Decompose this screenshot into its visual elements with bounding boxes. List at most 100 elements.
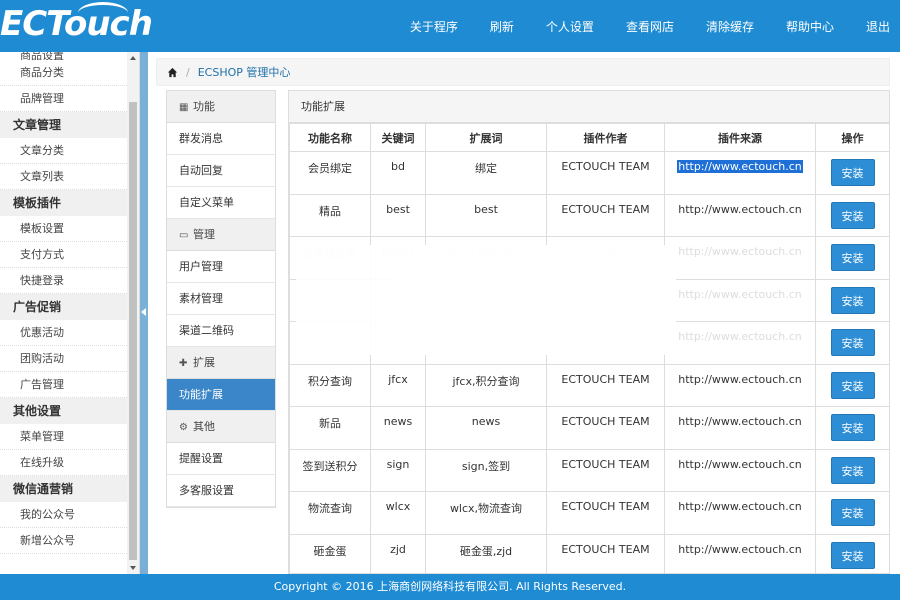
cell-name-text: 会员绑定	[308, 162, 352, 175]
cell-action: 安装	[815, 406, 889, 450]
submenu-item[interactable]: 用户管理	[167, 251, 275, 283]
install-button[interactable]: 安装	[830, 541, 875, 569]
cell-source[interactable]: http://www.ectouch.cn	[664, 491, 816, 535]
column-header: 关键词	[370, 123, 426, 152]
breadcrumb-current[interactable]: ECSHOP 管理中心	[198, 64, 291, 80]
sidebar-item[interactable]: 支付方式	[0, 242, 139, 268]
install-button[interactable]: 安装	[830, 159, 875, 186]
table-row: 积分查询 jfcx jfcx,积分查询 ECTOUCH TEAM http://www.…	[289, 363, 889, 407]
submenu-item[interactable]: 多客服设置	[167, 475, 275, 507]
sidebar-item[interactable]: 团购活动	[0, 346, 139, 372]
table-row: 新品 news news ECTOUCH TEAM http://www.ectouch…	[289, 406, 889, 450]
cell-name: 会员绑定	[289, 151, 371, 195]
cell-source[interactable]: http://www.ectouch.cn	[664, 193, 816, 237]
cell-source[interactable]: http://www.ectouch.cn	[664, 321, 816, 365]
cell-author-text: ECTOUCH TEAM	[561, 415, 650, 428]
cell-ext: sign,签到	[425, 448, 547, 492]
sidebar-item-partial[interactable]: 商品设置	[0, 52, 139, 60]
top-nav-link[interactable]: 刷新	[490, 18, 514, 35]
column-header: 插件作者	[546, 123, 665, 152]
scroll-down-icon[interactable]	[130, 566, 136, 570]
submenu-section-label: 扩展	[193, 356, 215, 369]
cell-source[interactable]: http://www.ectouch.cn	[664, 406, 816, 450]
install-button[interactable]: 安装	[830, 414, 875, 441]
logo[interactable]: ECTouch	[0, 2, 153, 44]
cell-author-text: ECTOUCH TEAM	[561, 542, 650, 556]
install-button[interactable]: 安装	[830, 329, 875, 356]
cell-source-text: http://www.ectouch.cn	[678, 245, 802, 258]
sidebar-category[interactable]: 文章管理	[0, 112, 139, 138]
sidebar-category[interactable]: 其他设置	[0, 398, 139, 424]
install-button[interactable]: 安装	[830, 286, 875, 314]
submenu-item[interactable]: 自定义菜单	[167, 187, 275, 219]
cell-author-text: ECTOUCH TEAM	[561, 457, 650, 471]
cell-ext: 绑定	[425, 151, 547, 195]
submenu-item[interactable]: 自动回复	[167, 155, 275, 187]
sidebar-item[interactable]: 广告管理	[0, 372, 139, 398]
cell-author: ECTOUCH TEAM	[546, 236, 665, 280]
top-nav-link[interactable]: 个人设置	[546, 18, 594, 35]
chevron-left-icon	[141, 308, 146, 316]
sidebar-item[interactable]: 快捷登录	[0, 268, 139, 294]
sidebar-item[interactable]: 优惠活动	[0, 320, 139, 346]
sidebar-item[interactable]: 菜单管理	[0, 424, 139, 450]
top-nav-link[interactable]: 查看网店	[626, 18, 674, 35]
sidebar-item[interactable]: 新增公众号	[0, 528, 139, 554]
install-button[interactable]: 安装	[830, 499, 875, 526]
cell-source[interactable]: http://www.ectouch.cn	[664, 363, 816, 407]
sidebar-collapse-handle[interactable]	[140, 52, 148, 574]
cell-name: 精品	[289, 193, 371, 237]
install-button[interactable]: 安装	[830, 456, 875, 484]
top-nav-link[interactable]: 清除缓存	[706, 18, 754, 35]
cell-source[interactable]: http://www.ectouch.cn	[664, 236, 816, 280]
cell-source-text: http://www.ectouch.cn	[678, 415, 802, 428]
cell-ext: 砸金蛋,zjd	[425, 533, 547, 573]
submenu-item[interactable]: 群发消息	[167, 123, 275, 155]
submenu-item[interactable]: 功能扩展	[167, 379, 275, 411]
top-nav-link[interactable]: 帮助中心	[786, 18, 834, 35]
sidebar-item[interactable]: 文章列表	[0, 164, 139, 190]
install-button[interactable]: 安装	[830, 201, 875, 229]
table-row: http://www.ectouch.cn 安装	[289, 321, 889, 365]
submenu-item[interactable]: 提醒设置	[167, 443, 275, 475]
panel-title: 功能扩展	[289, 91, 889, 123]
install-button[interactable]: 安装	[830, 371, 875, 399]
submenu-section-header: ✚ 扩展	[167, 347, 275, 379]
sidebar-category[interactable]: 模板插件	[0, 190, 139, 216]
cell-keyword: zjd	[370, 533, 426, 573]
cell-author: ECTOUCH TEAM	[546, 406, 665, 450]
cell-author-text: ECTOUCH TEAM	[561, 160, 650, 173]
cell-source-text: http://www.ectouch.cn	[678, 542, 802, 556]
install-button[interactable]: 安装	[830, 244, 875, 271]
cell-source[interactable]: http://www.ectouch.cn	[664, 151, 816, 195]
sidebar-scrollbar[interactable]	[127, 52, 139, 574]
cell-keyword: bd	[370, 151, 426, 195]
sidebar-item[interactable]: 模板设置	[0, 216, 139, 242]
cell-source[interactable]: http://www.ectouch.cn	[664, 278, 816, 322]
cell-ext-text: wlcx,物流查询	[449, 502, 523, 515]
top-bar: ECTouch 关于程序 刷新 个人设置 查看网店 清除缓存 帮助中心 退出	[0, 0, 900, 52]
scrollbar-thumb[interactable]	[129, 102, 137, 560]
top-nav-link[interactable]: 退出	[866, 18, 890, 35]
cell-source-text: http://www.ectouch.cn	[677, 160, 803, 173]
sidebar-item[interactable]: 品牌管理	[0, 86, 139, 112]
sidebar-category[interactable]: 广告促销	[0, 294, 139, 320]
cell-name: 积分查询	[289, 363, 371, 407]
cell-source[interactable]: http://www.ectouch.cn	[664, 533, 816, 573]
cell-action: 安装	[815, 236, 889, 280]
cell-name-text: 积分查询	[308, 374, 352, 388]
sidebar-item[interactable]: 我的公众号	[0, 502, 139, 528]
submenu-item[interactable]: 素材管理	[167, 283, 275, 315]
cell-ext: best	[425, 193, 547, 237]
sidebar-item[interactable]: 文章分类	[0, 138, 139, 164]
sidebar-item[interactable]: 在线升级	[0, 450, 139, 476]
submenu-item[interactable]: 渠道二维码	[167, 315, 275, 347]
top-nav-link[interactable]: 关于程序	[410, 18, 458, 35]
home-icon[interactable]	[167, 67, 178, 78]
scroll-up-icon[interactable]	[130, 56, 136, 60]
cell-ext: jfcx,积分查询	[425, 363, 547, 407]
sidebar-item[interactable]: 商品分类	[0, 60, 139, 86]
cell-name	[289, 278, 371, 322]
sidebar-category[interactable]: 微信通营销	[0, 476, 139, 502]
cell-source[interactable]: http://www.ectouch.cn	[664, 448, 816, 492]
